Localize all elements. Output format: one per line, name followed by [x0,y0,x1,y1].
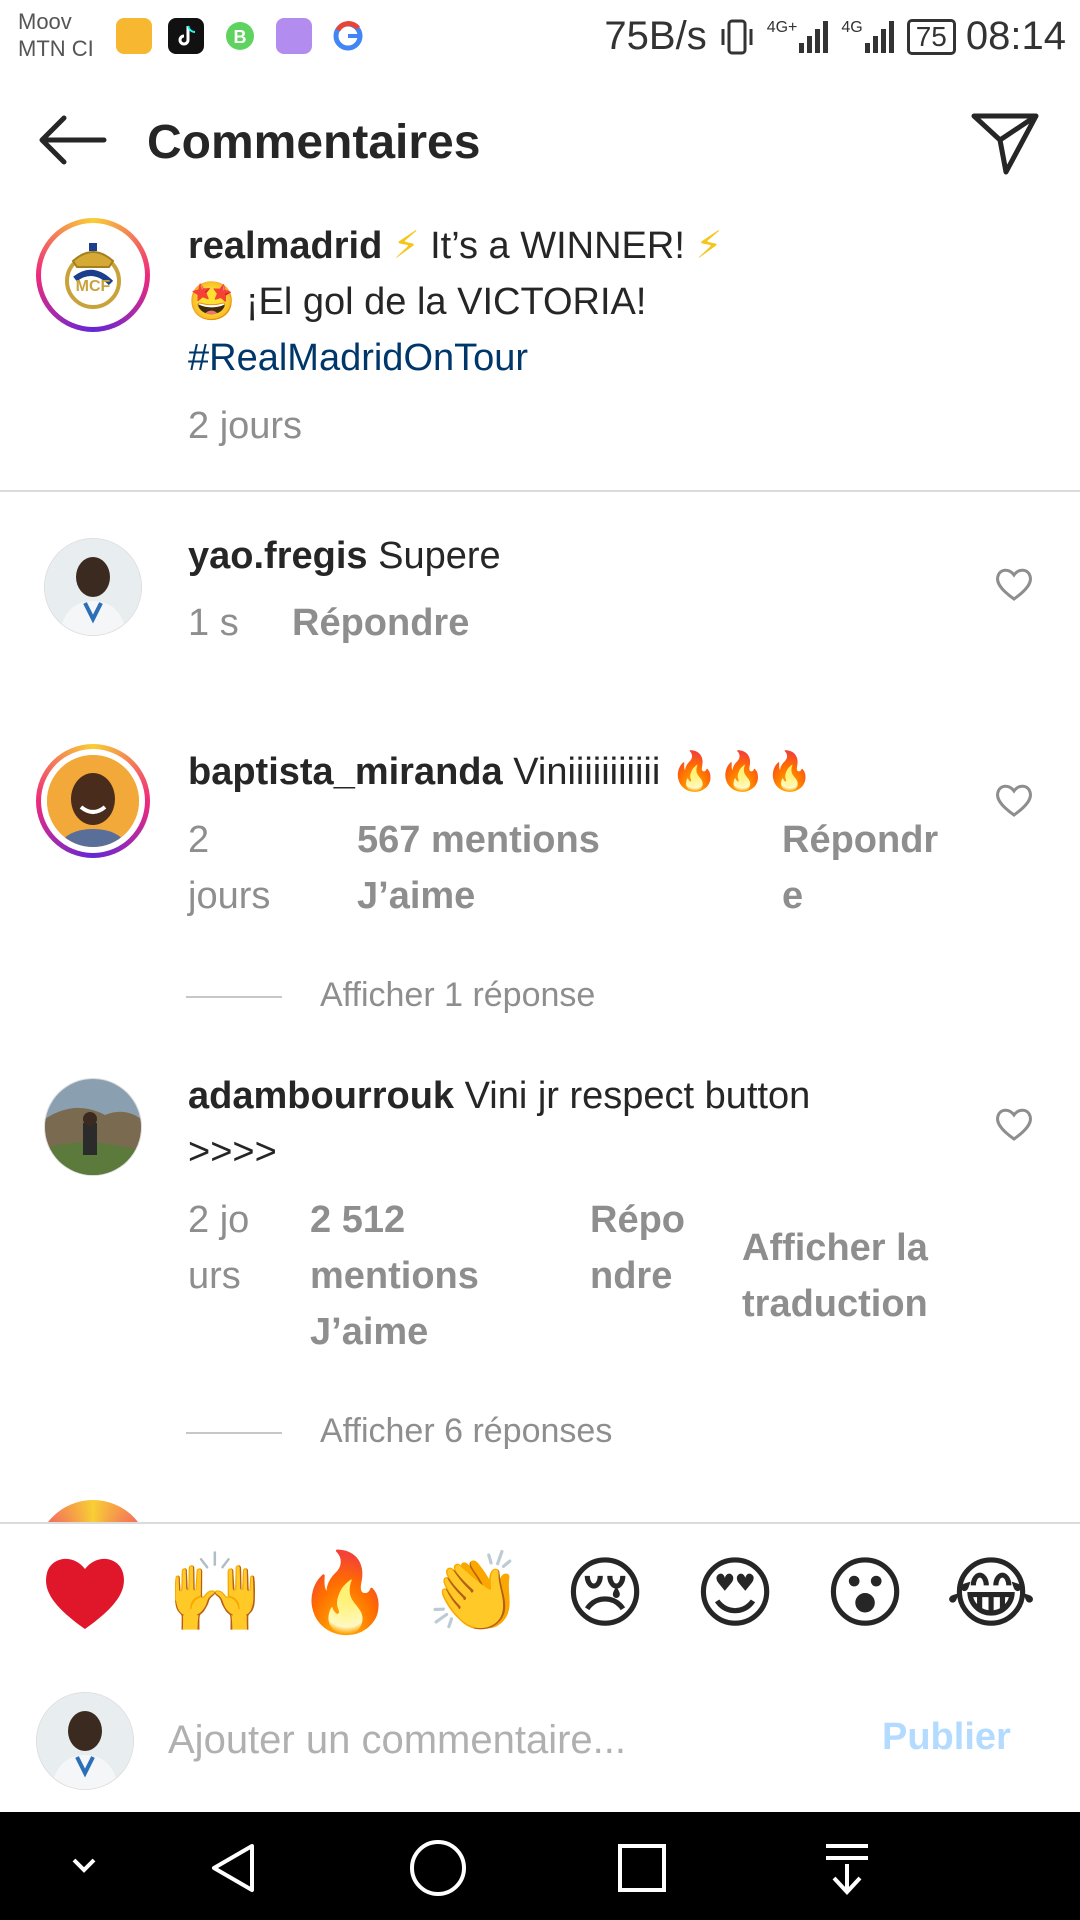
comment-age: 2 jours [188,1199,250,1297]
net-speed: 75B/s [604,14,707,58]
replies-divider [186,996,282,998]
nav-home-icon[interactable] [408,1838,468,1898]
back-button[interactable] [34,110,108,170]
comment-body: adambourrouk Vini jr respect button >>>> [188,1068,908,1180]
user-photo [45,1079,141,1175]
publish-button[interactable]: Publier [882,1716,1011,1759]
real-madrid-crest-icon: MCF [65,243,121,309]
comment-body: baptista_miranda Viniiiiiiiiiii 🔥🔥🔥 [188,744,948,800]
heart-icon [46,1558,124,1629]
lightning-icon: ⚡ [392,225,420,267]
google-icon [330,18,366,54]
tears-of-joy-icon: 😂 [945,1548,1037,1637]
svg-text:B: B [234,27,247,47]
heart-emoji-button[interactable] [40,1548,130,1638]
post-author-avatar[interactable]: MCF [36,218,150,332]
nav-back-icon[interactable] [206,1840,262,1896]
clock: 08:14 [965,14,1066,58]
battery-level: 75 [906,18,956,55]
raising-hands-emoji-button[interactable]: 🙌 [166,1548,263,1638]
heart-eyes-emoji-button[interactable]: 😍 [690,1548,780,1638]
likes-count[interactable]: 567 mentions J’aime [357,812,647,924]
signal-icon [864,20,894,53]
sad-face-icon: 😢 [564,1548,646,1637]
user-photo [45,539,141,635]
system-nav-bar [0,1812,1080,1920]
view-replies-button[interactable]: Afficher 1 réponse [320,976,595,1015]
post-username[interactable]: realmadrid [188,225,382,267]
like-heart-icon[interactable] [994,566,1034,602]
post-caption: realmadrid ⚡ It’s a WINNER! ⚡ 🤩 ¡El gol … [188,218,1048,454]
comment-username[interactable]: yao.fregis [188,535,368,577]
laughing-emoji-button[interactable]: 😂 [945,1548,1037,1638]
hashtag-link[interactable]: #RealMadridOnTour [188,330,1048,386]
user-photo [37,1693,133,1789]
network-type-2: 4G [841,18,863,36]
avatar[interactable] [44,1078,142,1176]
next-comment-avatar[interactable] [36,1500,150,1522]
fire-icon: 🔥🔥🔥 [670,751,813,793]
shopping-bag-icon [116,18,152,54]
comment-input[interactable] [166,1706,870,1774]
tiktok-icon [168,18,204,54]
paper-plane-icon [971,113,1039,175]
comment-age: 2 jours [188,819,271,917]
current-user-avatar [36,1692,134,1790]
translate-button[interactable]: Afficher la traduction [742,1220,982,1332]
heart-eyes-icon: 😍 [694,1548,776,1637]
status-right: 75B/s 4G+ 4G 75 08:14 [604,14,1066,59]
emoji-reaction-bar: 🙌 🔥 👏 😢 😍 😮 😂 [0,1522,1080,1668]
b-app-icon: B [222,18,258,54]
avatar[interactable] [44,538,142,636]
clapping-hands-icon: 👏 [426,1548,524,1636]
fire-emoji-button[interactable]: 🔥 [296,1548,393,1638]
chevron-down-icon[interactable] [66,1848,102,1884]
page-title: Commentaires [147,116,481,169]
fire-icon: 🔥 [296,1548,394,1636]
surprised-emoji-button[interactable]: 😮 [820,1548,910,1638]
comment-text: Supere [378,535,501,577]
sad-emoji-button[interactable]: 😢 [560,1548,650,1638]
star-struck-icon: 🤩 [188,281,236,323]
comment-username[interactable]: adambourrouk [188,1075,454,1117]
like-heart-icon[interactable] [994,1106,1034,1142]
vibrate-icon [721,19,753,54]
signal-icon [799,20,829,53]
avatar[interactable] [36,744,150,858]
comment-composer: Publier [0,1666,1080,1812]
carrier-info: Moov MTN CI [18,8,94,62]
gallery-icon [276,18,312,54]
carrier-1: Moov [18,9,72,34]
status-bar: Moov MTN CI B 75B/s 4G+ 4G 75 08:14 [0,0,1080,72]
comment-age: 1 s [188,602,239,644]
nav-recents-icon[interactable] [614,1840,670,1896]
comment-body: yao.fregis Supere [188,528,948,584]
clapping-emoji-button[interactable]: 👏 [426,1548,523,1638]
share-button[interactable] [970,110,1040,176]
post-age: 2 jours [188,405,303,447]
raising-hands-icon: 🙌 [166,1548,264,1636]
carrier-2: MTN CI [18,36,94,61]
like-heart-icon[interactable] [994,782,1034,818]
comment-text: Viniiiiiiiiiii [513,751,661,793]
svg-text:MCF: MCF [76,278,111,295]
caption-divider [0,490,1080,492]
surprised-face-icon: 😮 [824,1548,906,1637]
notification-pulldown-icon[interactable] [822,1840,872,1896]
caption-line-1: It’s a WINNER! [430,225,685,267]
replies-divider [186,1432,282,1434]
network-type-1: 4G+ [766,18,798,36]
reply-button[interactable]: Répondre [590,1192,700,1304]
reply-button[interactable]: Répondre [782,812,952,924]
lightning-icon: ⚡ [695,225,723,267]
view-replies-button[interactable]: Afficher 6 réponses [320,1412,612,1451]
comment-username[interactable]: baptista_miranda [188,751,503,793]
user-photo [47,755,139,847]
reply-button[interactable]: Répondre [292,602,469,645]
likes-count[interactable]: 2 512 mentions J’aime [310,1192,510,1360]
caption-line-2: ¡El gol de la VICTORIA! [245,281,647,323]
arrow-left-icon [39,115,107,165]
